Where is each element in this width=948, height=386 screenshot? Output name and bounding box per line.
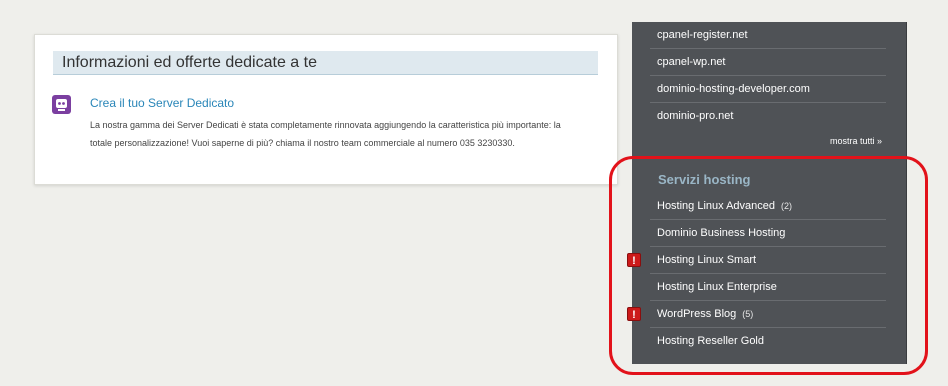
offers-card: Informazioni ed offerte dedicate a te Cr… (34, 34, 618, 185)
services-sidebar: cpanel-register.net cpanel-wp.net domini… (632, 22, 907, 364)
domain-item[interactable]: cpanel-register.net (650, 22, 886, 49)
hosting-list: Hosting Linux Advanced (2) Dominio Busine… (650, 193, 886, 354)
alert-icon: ! (627, 307, 641, 321)
hosting-item-label: Hosting Linux Enterprise (657, 281, 777, 293)
domain-list: cpanel-register.net cpanel-wp.net domini… (650, 22, 886, 129)
domain-item[interactable]: cpanel-wp.net (650, 49, 886, 76)
hosting-item-linux-advanced[interactable]: Hosting Linux Advanced (2) (650, 193, 886, 220)
domain-item-label: dominio-hosting-developer.com (657, 83, 810, 95)
offer-description: La nostra gamma dei Server Dedicati è st… (90, 120, 561, 148)
hosting-item-label: Hosting Linux Smart (657, 254, 757, 266)
show-all-domains-link[interactable]: mostra tutti » (830, 136, 882, 146)
hosting-item-business[interactable]: Dominio Business Hosting (650, 220, 886, 247)
hosting-item-label: Dominio Business Hosting (657, 227, 786, 239)
hosting-item-linux-smart[interactable]: Hosting Linux Smart (650, 247, 886, 274)
hosting-item-wordpress-blog[interactable]: WordPress Blog (5) (650, 301, 886, 328)
hosting-item-count: (2) (781, 201, 793, 211)
server-robot-icon (52, 95, 71, 114)
domain-item-label: dominio-pro.net (657, 110, 734, 122)
hosting-item-label: WordPress Blog (657, 308, 737, 320)
domain-item-label: cpanel-register.net (657, 29, 748, 41)
hosting-section-title: Servizi hosting (658, 172, 751, 187)
alert-icon: ! (627, 253, 641, 267)
hosting-item-linux-enterprise[interactable]: Hosting Linux Enterprise (650, 274, 886, 301)
domain-item[interactable]: dominio-pro.net (650, 103, 886, 129)
offers-card-header: Informazioni ed offerte dedicate a te (53, 51, 598, 75)
domain-item[interactable]: dominio-hosting-developer.com (650, 76, 886, 103)
offer-link-dedicated-server[interactable]: Crea il tuo Server Dedicato (90, 96, 234, 110)
hosting-item-label: Hosting Linux Advanced (657, 200, 776, 212)
hosting-item-count: (5) (742, 309, 754, 319)
hosting-item-label: Hosting Reseller Gold (657, 335, 764, 347)
domain-item-label: cpanel-wp.net (657, 56, 726, 68)
hosting-item-reseller-gold[interactable]: Hosting Reseller Gold (650, 328, 886, 354)
